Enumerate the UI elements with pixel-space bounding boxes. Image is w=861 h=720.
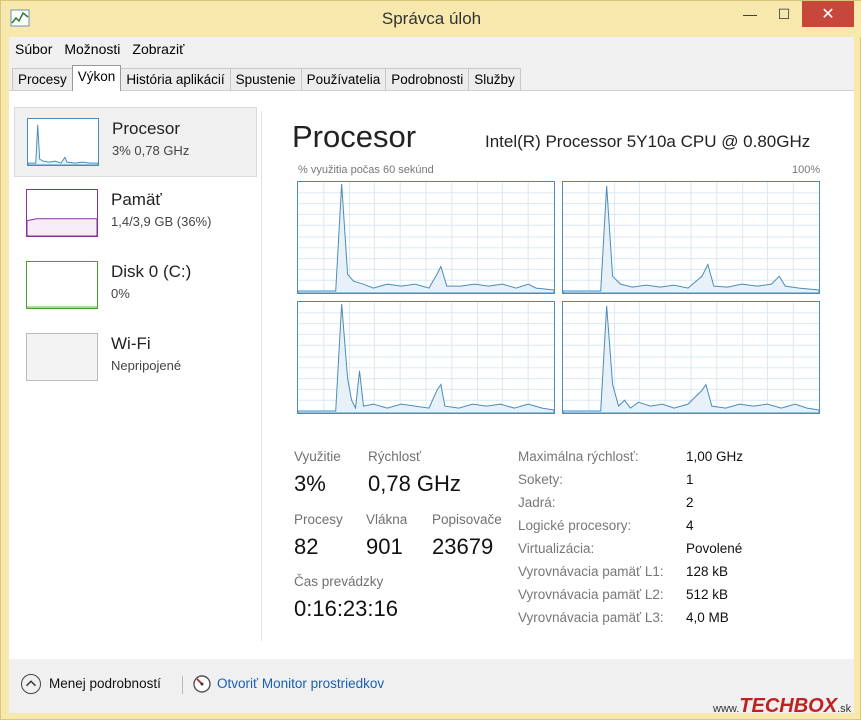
threads-label: Vlákna <box>366 512 408 527</box>
watermark-logo: www.TECHBOX.sk <box>713 695 851 718</box>
graph-caption: % využitia počas 60 sekúnd <box>298 164 434 176</box>
detail-label: Vyrovnávacia pamäť L3: <box>518 610 664 625</box>
utilization-value: 3% <box>294 471 326 496</box>
tab-startup[interactable]: Spustenie <box>229 68 302 90</box>
tab-performance[interactable]: Výkon <box>71 65 122 91</box>
sidebar-item-sublabel: 3% 0,78 GHz <box>112 143 190 158</box>
tab-services[interactable]: Služby <box>468 68 521 90</box>
processes-label: Procesy <box>294 512 343 527</box>
cpu-core-graph <box>297 301 555 414</box>
title-bar[interactable]: Správca úloh — ☐ ✕ <box>1 1 861 37</box>
resource-sidebar: Procesor 3% 0,78 GHz Pamäť 1,4/3,9 GB (3… <box>9 91 263 659</box>
window-title: Správca úloh <box>381 9 482 28</box>
cpu-model-name: Intel(R) Processor 5Y10a CPU @ 0.80GHz <box>485 132 811 151</box>
uptime-value: 0:16:23:16 <box>294 596 398 621</box>
detail-label: Vyrovnávacia pamäť L1: <box>518 564 664 579</box>
graph-max-label: 100% <box>792 164 821 176</box>
detail-label: Virtualizácia: <box>518 541 595 556</box>
detail-value: 2 <box>686 495 694 510</box>
wifi-mini-graph <box>26 333 98 381</box>
resource-monitor-icon[interactable] <box>192 674 212 694</box>
performance-panel: Procesor 3% 0,78 GHz Pamäť 1,4/3,9 GB (3… <box>9 91 854 659</box>
sidebar-item-label: Procesor <box>112 119 181 138</box>
detail-label: Sokety: <box>518 472 564 487</box>
tab-strip: Procesy Výkon História aplikácií Spusten… <box>9 65 854 91</box>
detail-value: 512 kB <box>686 587 729 602</box>
sidebar-item-sublabel: Nepripojené <box>111 358 182 373</box>
watermark-tech: TECH <box>739 695 794 717</box>
utilization-label: Využitie <box>294 449 341 464</box>
handles-label: Popisovače <box>432 512 502 527</box>
sidebar-item-label: Disk 0 (C:) <box>111 262 192 281</box>
watermark-box: BOX <box>793 695 838 717</box>
threads-value: 901 <box>366 534 403 559</box>
processor-mini-graph <box>27 118 99 166</box>
fewer-details-button[interactable]: Menej podrobností <box>49 676 161 691</box>
client-area: Súbor Možnosti Zobraziť Procesy Výkon Hi… <box>9 37 854 713</box>
sidebar-item-disk[interactable]: Disk 0 (C:) 0% <box>14 251 257 321</box>
menu-file[interactable]: Súbor <box>15 41 52 57</box>
cpu-core-graph <box>297 181 555 294</box>
watermark-prefix: www. <box>713 703 740 715</box>
detail-value: 1 <box>686 472 694 487</box>
cpu-core-graph <box>562 301 820 414</box>
speed-label: Rýchlosť <box>368 449 422 464</box>
tab-processes[interactable]: Procesy <box>12 68 73 90</box>
disk-mini-graph <box>26 261 98 309</box>
menu-options[interactable]: Možnosti <box>64 41 120 57</box>
detail-label: Vyrovnávacia pamäť L2: <box>518 587 664 602</box>
watermark-suffix: .sk <box>837 703 852 715</box>
sidebar-item-sublabel: 1,4/3,9 GB (36%) <box>111 214 212 229</box>
tab-app-history[interactable]: História aplikácií <box>120 68 231 90</box>
page-title: Procesor <box>292 119 417 154</box>
maximize-button[interactable]: ☐ <box>768 1 800 27</box>
close-button[interactable]: ✕ <box>802 1 854 27</box>
detail-label: Logické procesory: <box>518 518 632 533</box>
panel-divider <box>261 111 262 641</box>
task-manager-window: Správca úloh — ☐ ✕ Súbor Možnosti Zobraz… <box>0 0 861 720</box>
sidebar-item-label: Pamäť <box>111 190 162 209</box>
detail-value: 1,00 GHz <box>686 449 744 464</box>
chevron-up-icon[interactable] <box>21 674 41 694</box>
detail-value: Povolené <box>686 541 743 556</box>
processes-value: 82 <box>294 534 319 559</box>
detail-value: 4 <box>686 518 694 533</box>
detail-label: Jadrá: <box>518 495 556 510</box>
detail-value: 4,0 MB <box>686 610 729 625</box>
open-resource-monitor-link[interactable]: Otvoriť Monitor prostriedkov <box>217 676 384 691</box>
minimize-button[interactable]: — <box>734 1 766 27</box>
handles-value: 23679 <box>432 534 494 559</box>
speed-value: 0,78 GHz <box>368 471 461 496</box>
sidebar-item-wifi[interactable]: Wi-Fi Nepripojené <box>14 323 257 393</box>
cpu-core-graph <box>562 181 820 294</box>
footer-separator <box>182 676 183 694</box>
menu-bar: Súbor Možnosti Zobraziť <box>9 37 854 61</box>
sidebar-item-memory[interactable]: Pamäť 1,4/3,9 GB (36%) <box>14 179 257 249</box>
tab-users[interactable]: Používatelia <box>300 68 387 90</box>
sidebar-item-label: Wi-Fi <box>111 334 151 353</box>
detail-label: Maximálna rýchlosť: <box>518 449 639 464</box>
sidebar-item-sublabel: 0% <box>111 286 130 301</box>
uptime-label: Čas prevádzky <box>294 574 384 589</box>
sidebar-item-processor[interactable]: Procesor 3% 0,78 GHz <box>14 107 257 177</box>
menu-view[interactable]: Zobraziť <box>132 41 184 57</box>
memory-mini-graph <box>26 189 98 237</box>
detail-value: 128 kB <box>686 564 729 579</box>
tab-details[interactable]: Podrobnosti <box>385 68 470 90</box>
